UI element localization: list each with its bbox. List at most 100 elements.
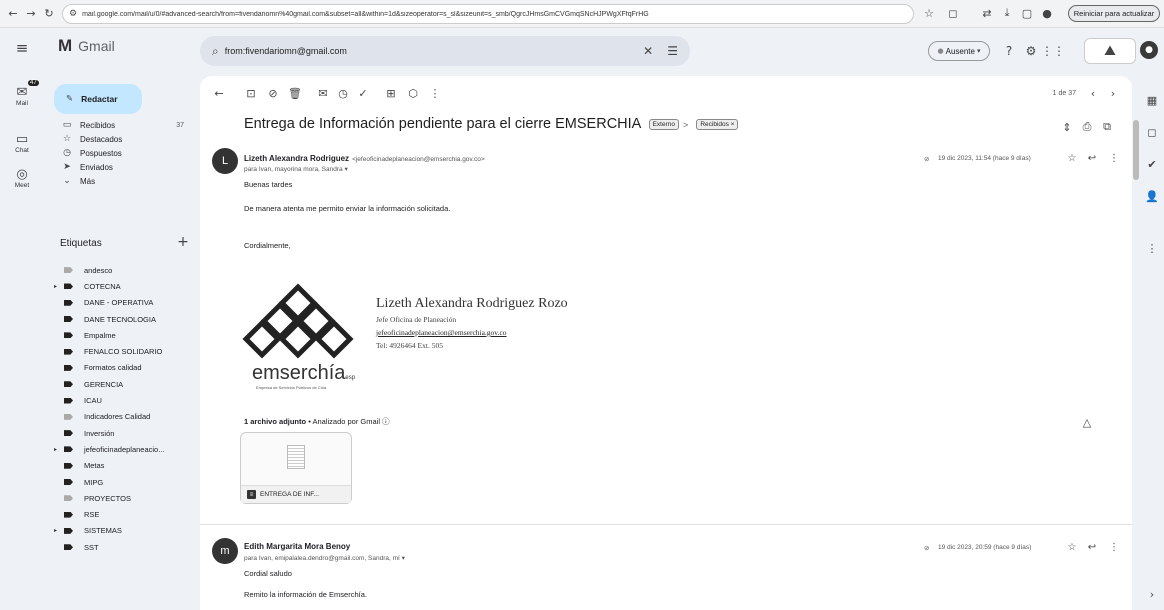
sidebar-item-0[interactable]: ▭ Recibidos 37: [50, 118, 192, 132]
settings-icon[interactable]: ⚙: [1024, 44, 1038, 58]
print-icon[interactable]: ⎙: [1080, 120, 1094, 134]
search-input[interactable]: [224, 46, 636, 56]
label-item[interactable]: FENALCO SOLIDARIO: [50, 343, 192, 359]
site-info-icon[interactable]: ⚙: [69, 9, 77, 19]
more-options-icon[interactable]: ⋮: [428, 86, 442, 100]
extensions-icon[interactable]: ◻: [946, 6, 960, 20]
attachment-name: ENTREGA DE INF...: [260, 491, 319, 498]
contacts-icon[interactable]: 👤: [1144, 188, 1160, 204]
label-item[interactable]: SST: [50, 539, 192, 555]
main-menu-icon[interactable]: ≡: [14, 39, 30, 57]
recipients[interactable]: para Ivan, emipalalea.dendro@gmail.com, …: [244, 554, 405, 562]
sidebar-item-label: Destacados: [80, 134, 123, 144]
label-item[interactable]: DANE TECNOLOGIA: [50, 311, 192, 327]
expand-caret-icon[interactable]: ▸: [54, 283, 57, 290]
mark-unread-icon[interactable]: ✉: [316, 86, 330, 100]
label-item[interactable]: Inversión: [50, 425, 192, 441]
rail-mail[interactable]: ✉ Mail: [4, 84, 40, 108]
forward-icon[interactable]: →: [24, 6, 38, 20]
rail-chat[interactable]: ▭ Chat: [4, 131, 40, 155]
save-to-drive-icon[interactable]: △: [1080, 415, 1094, 429]
expand-caret-icon[interactable]: ▸: [54, 527, 57, 534]
label-item[interactable]: RSE: [50, 506, 192, 522]
calendar-icon[interactable]: ▦: [1144, 92, 1160, 108]
open-new-window-icon[interactable]: ⧉: [1100, 120, 1114, 134]
label-item[interactable]: Indicadores Calidad: [50, 409, 192, 425]
sender-name[interactable]: Edith Margarita Mora Benoy: [244, 542, 350, 551]
profile-icon[interactable]: ●: [1040, 6, 1054, 20]
download-icon[interactable]: ⤓: [1000, 6, 1014, 20]
keep-icon[interactable]: ◻: [1144, 124, 1160, 140]
reload-icon[interactable]: ↻: [42, 6, 56, 20]
rail-meet[interactable]: ◎ Meet: [4, 166, 40, 190]
back-to-list-icon[interactable]: ←: [212, 86, 226, 100]
sender-avatar[interactable]: m: [212, 538, 238, 564]
tab-search-icon[interactable]: ▢: [1020, 6, 1034, 20]
label-icon[interactable]: ⬡: [406, 86, 420, 100]
translate-icon[interactable]: ⇄: [980, 6, 994, 20]
sidebar-item-1[interactable]: ☆ Destacados: [50, 132, 192, 146]
add-label-icon[interactable]: +: [176, 234, 190, 250]
label-item[interactable]: Formatos calidad: [50, 360, 192, 376]
expand-panel-icon[interactable]: ›: [1144, 586, 1160, 602]
tasks-icon[interactable]: ✔: [1144, 156, 1160, 172]
move-to-icon[interactable]: ⊞: [384, 86, 398, 100]
search-icon[interactable]: ⌕: [212, 44, 219, 59]
expand-caret-icon[interactable]: ▸: [54, 446, 57, 453]
bookmark-star-icon[interactable]: ☆: [922, 6, 936, 20]
add-on-icon[interactable]: ⋮: [1144, 240, 1160, 256]
delete-icon[interactable]: 🗑: [288, 86, 302, 100]
label-item[interactable]: ▸ jefeoficinadeplaneacio...: [50, 441, 192, 457]
scrollbar[interactable]: [1133, 120, 1139, 180]
star-icon[interactable]: ☆: [1066, 152, 1078, 164]
signature-email-link[interactable]: jefeoficinadeplaneacion@emserchia.gov.co: [376, 328, 507, 337]
back-icon[interactable]: ←: [6, 6, 20, 20]
expand-all-icon[interactable]: ⇕: [1060, 120, 1074, 134]
label-item[interactable]: PROYECTOS: [50, 490, 192, 506]
report-spam-icon[interactable]: ⊘: [266, 86, 280, 100]
gmail-logo[interactable]: M Gmail: [58, 36, 115, 56]
label-item[interactable]: andesco: [50, 262, 192, 278]
help-icon[interactable]: ?: [1002, 44, 1016, 58]
star-icon[interactable]: ☆: [1066, 541, 1078, 553]
newer-icon[interactable]: ‹: [1086, 86, 1100, 100]
message-date: 19 dic 2023, 20:59 (hace 9 días): [938, 544, 1032, 551]
sidebar-item-4[interactable]: ⌄ Más: [50, 174, 192, 188]
update-button[interactable]: Reiniciar para actualizar: [1068, 5, 1160, 22]
older-icon[interactable]: ›: [1106, 86, 1120, 100]
message-toolbar: ← ⊡ ⊘ 🗑 ✉ ◷ ✓ ⊞ ⬡ ⋮ 1 de 37 ‹ ›: [200, 76, 1132, 110]
label-item[interactable]: ▸ SISTEMAS: [50, 523, 192, 539]
label-tag-icon: [64, 430, 73, 437]
organization-logo-icon[interactable]: ⛰: [1084, 38, 1136, 64]
attachment-card[interactable]: ≡ ENTREGA DE INF...: [240, 432, 352, 504]
sidebar-item-2[interactable]: ◷ Pospuestos: [50, 146, 192, 160]
archive-icon[interactable]: ⊡: [244, 86, 258, 100]
address-bar[interactable]: ⚙ mail.google.com/mail/u/0/#advanced-sea…: [62, 4, 914, 24]
label-item[interactable]: ICAU: [50, 392, 192, 408]
sidebar-item-3[interactable]: ➤ Enviados: [50, 160, 192, 174]
sender-avatar[interactable]: L: [212, 148, 238, 174]
add-task-icon[interactable]: ✓: [356, 86, 370, 100]
search-options-icon[interactable]: ☰: [667, 44, 678, 58]
reply-icon[interactable]: ↩: [1086, 152, 1098, 164]
clear-search-icon[interactable]: ✕: [643, 44, 653, 58]
recipients[interactable]: para Ivan, mayorina mora, Sandra ▾: [244, 165, 348, 173]
snooze-icon[interactable]: ◷: [336, 86, 350, 100]
label-item[interactable]: Empalme: [50, 327, 192, 343]
account-avatar[interactable]: ●: [1140, 41, 1158, 59]
message-more-icon[interactable]: ⋮: [1108, 541, 1120, 553]
apps-grid-icon[interactable]: ⋮⋮: [1041, 44, 1065, 58]
label-item[interactable]: GERENCIA: [50, 376, 192, 392]
status-dropdown[interactable]: ● Ausente ▾: [928, 41, 990, 61]
reply-icon[interactable]: ↩: [1086, 541, 1098, 553]
inbox-chip[interactable]: Recibidos ×: [696, 118, 739, 130]
subject-line: Entrega de Información pendiente para el…: [244, 116, 739, 132]
compose-button[interactable]: ✎ Redactar: [54, 84, 142, 114]
sender-name[interactable]: Lizeth Alexandra Rodriguez <jefeoficinade…: [244, 154, 485, 163]
label-item[interactable]: DANE - OPERATIVA: [50, 295, 192, 311]
label-item[interactable]: MIPG: [50, 474, 192, 490]
message-more-icon[interactable]: ⋮: [1108, 152, 1120, 164]
label-item[interactable]: ▸ COTECNA: [50, 278, 192, 294]
chevron-down-icon: ▾: [976, 47, 981, 55]
label-item[interactable]: Metas: [50, 458, 192, 474]
